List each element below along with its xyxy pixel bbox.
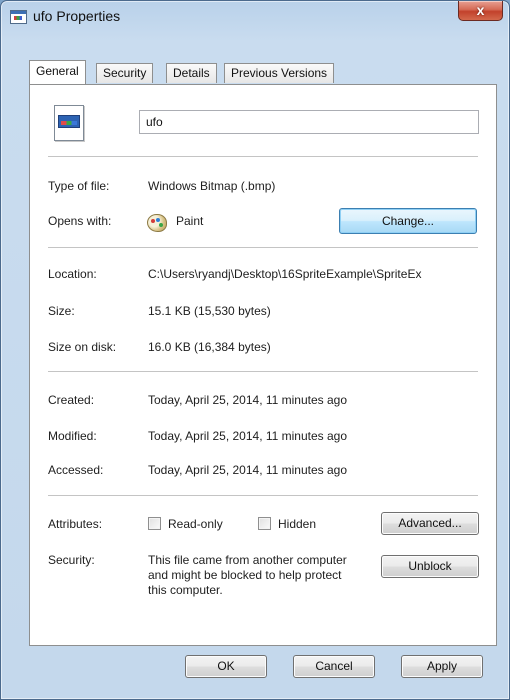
general-panel: Type of file: Windows Bitmap (.bmp) Open…: [29, 84, 497, 646]
modified-value: Today, April 25, 2014, 11 minutes ago: [148, 429, 348, 443]
bitmap-file-icon: [54, 105, 84, 141]
type-of-file-label: Type of file:: [48, 179, 110, 193]
separator: [48, 156, 478, 157]
paint-icon: [147, 214, 167, 232]
properties-window: ufo Properties x General Security Detail…: [0, 0, 510, 700]
separator: [48, 495, 478, 496]
separator: [48, 371, 478, 372]
cancel-button[interactable]: Cancel: [293, 655, 375, 678]
size-on-disk-label: Size on disk:: [48, 340, 117, 354]
size-label: Size:: [48, 304, 75, 318]
security-label: Security:: [48, 553, 95, 567]
opens-with-label: Opens with:: [48, 214, 112, 228]
type-of-file-value: Windows Bitmap (.bmp): [148, 179, 276, 193]
tab-details[interactable]: Details: [166, 63, 217, 83]
location-value: C:\Users\ryandj\Desktop\16SpriteExample\…: [148, 267, 422, 281]
size-value: 15.1 KB (15,530 bytes): [148, 304, 271, 318]
tab-general[interactable]: General: [29, 60, 86, 84]
ok-button[interactable]: OK: [185, 655, 267, 678]
file-name-input[interactable]: [139, 110, 479, 134]
hidden-label[interactable]: Hidden: [278, 517, 316, 531]
close-icon: x: [476, 2, 485, 18]
unblock-button[interactable]: Unblock: [381, 555, 479, 578]
created-label: Created:: [48, 393, 95, 407]
accessed-value: Today, April 25, 2014, 11 minutes ago: [148, 463, 348, 477]
read-only-checkbox[interactable]: [148, 517, 161, 530]
apply-button[interactable]: Apply: [401, 655, 483, 678]
opens-with-value: Paint: [176, 214, 204, 228]
accessed-label: Accessed:: [48, 463, 104, 477]
read-only-label[interactable]: Read-only: [168, 517, 223, 531]
separator: [48, 247, 478, 248]
security-message: This file came from another computer and…: [148, 553, 347, 597]
bitmap-file-icon: [10, 10, 27, 24]
size-on-disk-value: 16.0 KB (16,384 bytes): [148, 340, 271, 354]
tab-previous-versions[interactable]: Previous Versions: [224, 63, 335, 83]
modified-label: Modified:: [48, 429, 97, 443]
advanced-button[interactable]: Advanced...: [381, 512, 479, 535]
close-button[interactable]: x: [458, 1, 503, 21]
change-button[interactable]: Change...: [339, 208, 477, 234]
attributes-label: Attributes:: [48, 517, 103, 531]
tab-security[interactable]: Security: [96, 63, 154, 83]
location-label: Location:: [48, 267, 97, 281]
created-value: Today, April 25, 2014, 11 minutes ago: [148, 393, 348, 407]
title-bar[interactable]: ufo Properties x: [1, 1, 509, 31]
window-title: ufo Properties: [33, 8, 121, 24]
hidden-checkbox[interactable]: [258, 517, 271, 530]
